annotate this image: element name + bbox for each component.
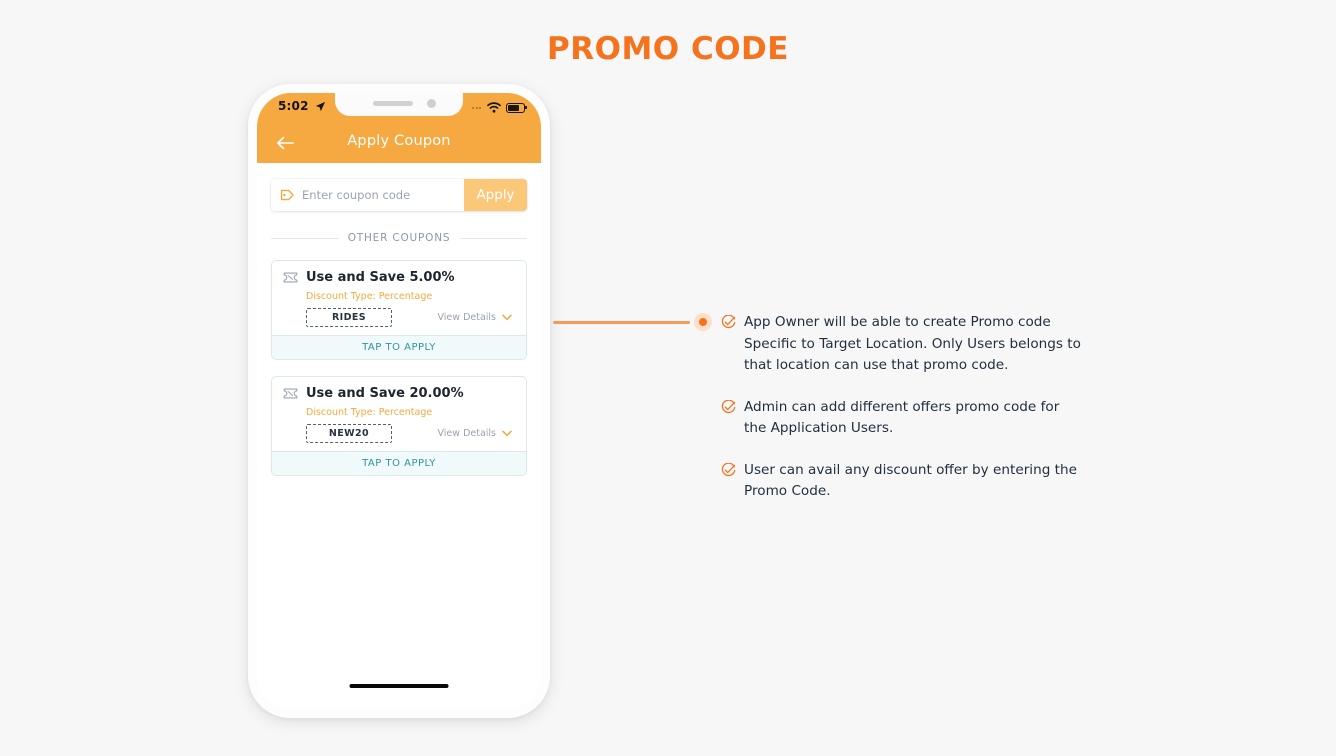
ticket-icon xyxy=(283,388,298,399)
view-details-label: View Details xyxy=(437,312,497,323)
ticket-icon xyxy=(283,272,298,283)
app-header: Apply Coupon xyxy=(257,124,541,163)
app-title: Apply Coupon xyxy=(347,133,451,149)
wifi-icon xyxy=(487,102,501,113)
battery-icon xyxy=(506,102,528,113)
divider-line-right xyxy=(460,237,528,239)
cellular-dots-icon xyxy=(472,106,481,109)
coupon-code-badge[interactable]: RIDES xyxy=(306,308,392,327)
phone-frame: 5:02 Apply Coupon Enter coupon code Appl… xyxy=(248,84,550,718)
view-details-button[interactable]: View Details xyxy=(438,312,513,323)
coupon-discount-type: Discount Type: Percentage xyxy=(306,407,433,418)
other-coupons-divider: OTHER COUPONS xyxy=(271,232,528,244)
coupon-title-row: Use and Save 5.00% xyxy=(283,270,515,285)
view-details-label: View Details xyxy=(437,428,497,439)
divider-line-left xyxy=(271,237,338,239)
notch-camera-icon xyxy=(427,99,436,108)
tap-to-apply-button[interactable]: TAP TO APPLY xyxy=(272,451,526,475)
status-bar: 5:02 xyxy=(257,93,541,124)
apply-button[interactable]: Apply xyxy=(464,179,527,211)
check-circle-icon xyxy=(721,315,736,329)
coupon-entry-row: Enter coupon code Apply xyxy=(271,179,527,211)
phone-screen: 5:02 Apply Coupon Enter coupon code Appl… xyxy=(257,93,541,709)
location-arrow-icon xyxy=(315,101,326,112)
coupon-card[interactable]: Use and Save 20.00% Discount Type: Perce… xyxy=(271,376,527,476)
bullet-text: App Owner will be able to create Promo c… xyxy=(744,314,1081,373)
coupon-title-row: Use and Save 20.00% xyxy=(283,386,515,401)
check-circle-icon xyxy=(721,462,736,476)
coupon-code-row: NEW20 View Details xyxy=(306,424,515,443)
list-item: Admin can add different offers promo cod… xyxy=(721,397,1081,440)
status-time: 5:02 xyxy=(278,99,309,113)
tag-icon xyxy=(280,189,294,201)
bullet-text: Admin can add different offers promo cod… xyxy=(744,398,1060,437)
feature-bullet-list: App Owner will be able to create Promo c… xyxy=(721,312,1081,503)
view-details-button[interactable]: View Details xyxy=(438,428,513,439)
home-indicator xyxy=(349,684,449,688)
other-coupons-label: OTHER COUPONS xyxy=(347,232,451,244)
notch-speaker xyxy=(373,101,413,106)
coupon-code-row: RIDES View Details xyxy=(306,308,515,327)
bullet-text: User can avail any discount offer by ent… xyxy=(744,461,1077,500)
chevron-down-icon xyxy=(502,430,512,437)
coupon-discount-type: Discount Type: Percentage xyxy=(306,291,433,302)
coupon-code-badge[interactable]: NEW20 xyxy=(306,424,392,443)
page-title: PROMO CODE xyxy=(547,31,789,67)
chevron-down-icon xyxy=(502,314,512,321)
coupon-input-placeholder: Enter coupon code xyxy=(302,188,411,202)
coupon-card[interactable]: Use and Save 5.00% Discount Type: Percen… xyxy=(271,260,527,360)
coupon-title: Use and Save 5.00% xyxy=(306,270,455,285)
list-item: User can avail any discount offer by ent… xyxy=(721,460,1081,503)
app-body: Enter coupon code Apply OTHER COUPONS Us… xyxy=(257,179,541,709)
coupon-title: Use and Save 20.00% xyxy=(306,386,464,401)
phone-notch xyxy=(335,93,463,116)
coupon-code-input[interactable]: Enter coupon code xyxy=(271,179,464,211)
callout-marker-dot xyxy=(694,313,712,331)
coupon-card-body: Use and Save 20.00% Discount Type: Perce… xyxy=(272,377,526,451)
tap-to-apply-button[interactable]: TAP TO APPLY xyxy=(272,335,526,359)
list-item: App Owner will be able to create Promo c… xyxy=(721,312,1081,377)
coupon-card-body: Use and Save 5.00% Discount Type: Percen… xyxy=(272,261,526,335)
check-circle-icon xyxy=(721,399,736,413)
callout-connector-line xyxy=(553,321,690,324)
status-right-icons xyxy=(472,102,528,113)
